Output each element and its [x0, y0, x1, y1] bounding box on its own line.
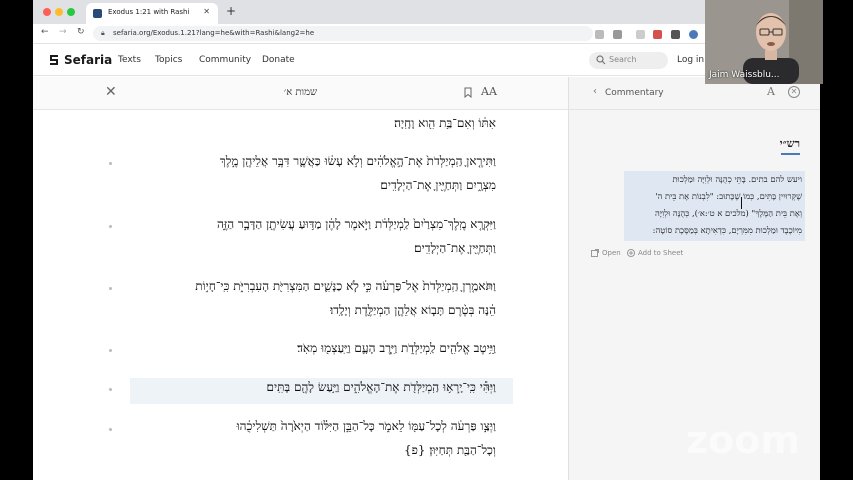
font-size-toggle[interactable]: AA [481, 85, 497, 98]
verse-line[interactable]: וַיְצַ֣ו פַּרְעֹ֔ה לְכָל־עַמּ֖וֹ לֵאמֹ֑ר… [116, 419, 496, 434]
sefaria-logo-icon[interactable] [49, 54, 60, 66]
verse-line[interactable]: מִצְרָ֑יִם וַתְּחַיֶּ֖יןָ אֶת־הַיְלָדִֽי… [116, 178, 496, 193]
back-icon[interactable]: ← [41, 27, 49, 37]
nav-link-community[interactable]: Community [199, 55, 251, 65]
verse-line[interactable]: וְכָל־הַבַּ֖ת תְּחַיּֽוּן׃ {פ} [116, 443, 496, 458]
new-tab-icon[interactable]: + [226, 5, 236, 17]
browser-window: Exodus 1:21 with Rashi ✕ + ← → ↻ 🔒︎ sefa… [33, 0, 820, 480]
site-header: Sefaria Texts Topics Community Donate Se… [33, 45, 820, 76]
verse-marker [109, 349, 112, 352]
close-icon[interactable]: ✕ [788, 86, 800, 98]
verse-line[interactable]: אִתּ֔וֹ וְאִם־בַּ֥ת הִ֖וא וָחָֽיָה׃ [116, 116, 496, 131]
tab-close-icon[interactable]: ✕ [203, 7, 210, 16]
star-icon[interactable] [613, 30, 622, 39]
font-size-toggle[interactable]: A [767, 85, 775, 98]
lock-icon: 🔒︎ [101, 29, 105, 37]
verse-line[interactable]: וַתִּירֶ֤אןָ הַֽמְיַלְּדֹת֙ אֶת־הָ֣אֱלֹה… [116, 154, 496, 169]
login-link[interactable]: Log in [677, 55, 704, 65]
verse-marker [109, 388, 112, 391]
tab-strip: Exodus 1:21 with Rashi ✕ + [33, 0, 820, 24]
extension-icon[interactable] [636, 30, 645, 39]
commentary-line[interactable]: מִיּוֹכֶבֶד וּמַלְכוּת מִמִּרְיָם, כִּדְ… [624, 225, 802, 235]
verse-line[interactable]: וַיְהִ֕י כִּֽי־יָֽרְא֥וּ הַֽמְיַלְּדֹ֖ת … [116, 380, 496, 395]
bookmark-icon[interactable] [464, 87, 472, 98]
nav-link-texts[interactable]: Texts [118, 55, 141, 65]
add-to-sheet-link[interactable]: Add to Sheet [638, 249, 683, 257]
verse-marker [109, 225, 112, 228]
forward-icon[interactable]: → [59, 27, 67, 37]
tab-title: Exodus 1:21 with Rashi [108, 8, 190, 16]
commentator-name: רש״י [779, 137, 800, 150]
minimize-window-button[interactable] [55, 8, 63, 16]
verse-marker [109, 162, 112, 165]
right-letterbox [820, 0, 853, 480]
browser-tab[interactable]: Exodus 1:21 with Rashi ✕ [86, 3, 218, 24]
url-text: sefaria.org/Exodus.1.21?lang=he&with=Ras… [113, 29, 315, 37]
browser-toolbar: ← → ↻ 🔒︎ sefaria.org/Exodus.1.21?lang=he… [33, 24, 820, 44]
commentator-underline [781, 153, 800, 155]
commentary-line[interactable]: ויעש להם בתים. בָּתֵּי כְהֻנָּה וּלְוִיָ… [624, 174, 802, 184]
site-logo[interactable]: Sefaria [64, 53, 112, 67]
profile-icon[interactable] [689, 30, 698, 39]
reader-header: ✕ שמות א׳ AA [33, 77, 568, 110]
reload-icon[interactable]: ↻ [77, 27, 85, 37]
commentary-line[interactable]: וְאֶת בֵּית הַמֶּלֶךְ" (מלכים א ט׳:א׳), … [624, 208, 802, 218]
zoom-watermark: zoom [686, 418, 800, 462]
open-link[interactable]: Open [602, 249, 621, 257]
verse-line[interactable]: וַיִּקְרָ֤א מֶֽלֶךְ־מִצְרַ֙יִם֙ לַֽמְיַל… [116, 217, 496, 232]
left-letterbox [0, 0, 33, 480]
search-input[interactable]: Search [589, 52, 668, 69]
search-icon [596, 55, 606, 65]
add-circle-icon[interactable] [627, 249, 635, 257]
verse-line[interactable]: וַתְּחַיֶּ֖יןָ אֶת־הַיְלָדִֽים׃ [116, 241, 496, 256]
maximize-window-button[interactable] [67, 8, 75, 16]
nav-link-donate[interactable]: Donate [262, 55, 295, 65]
participant-name: Jaim Waissblu... [709, 70, 780, 80]
extension-icon[interactable] [671, 30, 680, 39]
webcam-overlay: Jaim Waissblu... [705, 0, 823, 84]
address-bar[interactable]: 🔒︎ sefaria.org/Exodus.1.21?lang=he&with=… [93, 26, 593, 41]
open-icon[interactable] [591, 249, 599, 257]
sefaria-favicon-icon [93, 9, 102, 18]
verse-marker [109, 287, 112, 290]
nav-link-topics[interactable]: Topics [155, 55, 182, 65]
verse-line[interactable]: הֵ֔נָּה בְּטֶ֨רֶם תָּב֧וֹא אֲלֵהֶ֛ן הַמְ… [116, 303, 496, 318]
commentary-line[interactable]: שֶׁקְּרוּיִין בָּתִּים, כְּמוֹ שֶׁכָּתוּ… [624, 191, 802, 201]
verse-marker [109, 428, 112, 431]
chevron-left-icon[interactable]: ‹ [593, 86, 597, 97]
reader-text: אִתּ֔וֹ וְאִם־בַּ֥ת הִ֖וא וָחָֽיָה׃ יז ו… [33, 111, 568, 480]
verse-line[interactable]: וַיֵּ֥יטֶב אֱלֹהִ֖ים לַֽמְיַלְּדֹ֑ת וַיִ… [116, 341, 496, 356]
text-cursor [741, 197, 742, 209]
extension-icon[interactable] [653, 30, 662, 39]
close-window-button[interactable] [43, 8, 51, 16]
verse-line[interactable]: וַתֹּאמַ֤רְןָ הַֽמְיַלְּדֹת֙ אֶל־פַּרְעֹ… [116, 279, 496, 294]
search-placeholder: Search [609, 55, 637, 64]
commentary-title[interactable]: Commentary [605, 88, 664, 98]
share-icon[interactable] [595, 30, 604, 39]
